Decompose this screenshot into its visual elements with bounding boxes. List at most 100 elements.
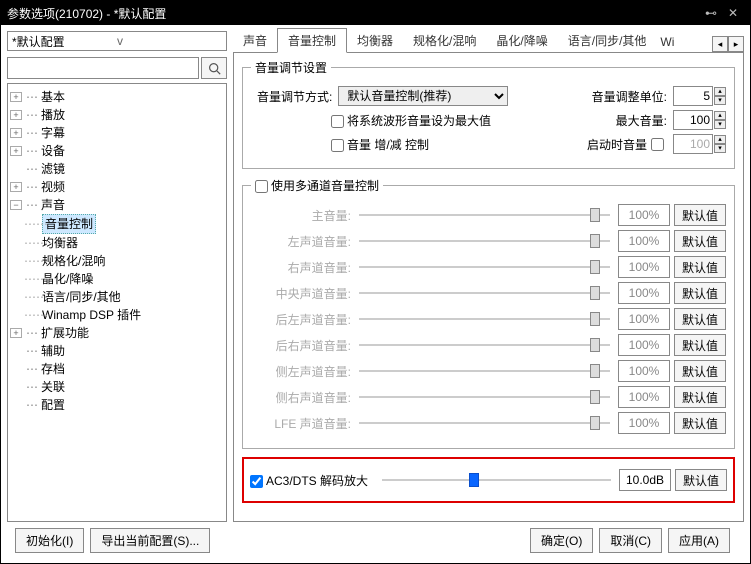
unit-up[interactable]: ▴ bbox=[714, 87, 726, 96]
multi-value-center: 100% bbox=[618, 282, 670, 304]
maxvol-up[interactable]: ▴ bbox=[714, 111, 726, 120]
multi-default-main[interactable]: 默认值 bbox=[674, 204, 726, 226]
tree-item-norm[interactable]: 规格化/混响 bbox=[24, 252, 224, 270]
tab-sound[interactable]: 声音 bbox=[233, 29, 277, 52]
startvol-up[interactable]: ▴ bbox=[714, 135, 726, 144]
profile-select[interactable]: *默认配置 v bbox=[7, 31, 227, 51]
maxvol-input[interactable] bbox=[673, 110, 713, 130]
multi-slider-left bbox=[359, 232, 610, 250]
multi-slider-main bbox=[359, 206, 610, 224]
multi-label-sl: 侧左声道音量: bbox=[251, 363, 351, 380]
multi-value-rr: 100% bbox=[618, 334, 670, 356]
startvol-checkbox[interactable] bbox=[651, 138, 664, 151]
export-button[interactable]: 导出当前配置(S)... bbox=[90, 528, 210, 553]
ac3-default-button[interactable]: 默认值 bbox=[675, 469, 727, 491]
tab-lang[interactable]: 语言/同步/其他 bbox=[558, 29, 657, 52]
startvol-down[interactable]: ▾ bbox=[714, 144, 726, 153]
multi-value-rl: 100% bbox=[618, 308, 670, 330]
tab-winamp[interactable]: Wi bbox=[656, 32, 676, 52]
multi-label-sr: 侧右声道音量: bbox=[251, 389, 351, 406]
multi-slider-sl bbox=[359, 362, 610, 380]
tree-item-lang[interactable]: 语言/同步/其他 bbox=[24, 288, 224, 306]
tab-bar: 声音 音量控制 均衡器 规格化/混响 晶化/降噪 语言/同步/其他 Wi ◂ ▸ bbox=[233, 31, 744, 53]
multi-slider-right bbox=[359, 258, 610, 276]
tree-item-filter[interactable]: ⋯滤镜 bbox=[10, 160, 224, 178]
maxvol-down[interactable]: ▾ bbox=[714, 120, 726, 129]
chevron-down-icon: v bbox=[117, 34, 222, 48]
volume-adjust-group: 音量调节设置 音量调节方式: 默认音量控制(推荐) 音量调整单位: ▴▾ 将系统… bbox=[242, 59, 735, 169]
titlebar: 参数选项(210702) - *默认配置 ⊷ ✕ bbox=[1, 1, 750, 25]
tree-item-crystal[interactable]: 晶化/降噪 bbox=[24, 270, 224, 288]
multi-default-lfe[interactable]: 默认值 bbox=[674, 412, 726, 434]
multi-default-center[interactable]: 默认值 bbox=[674, 282, 726, 304]
tree-item-winamp[interactable]: Winamp DSP 插件 bbox=[24, 306, 224, 324]
footer: 初始化(I) 导出当前配置(S)... 确定(O) 取消(C) 应用(A) bbox=[7, 522, 744, 561]
tab-crystal[interactable]: 晶化/降噪 bbox=[486, 29, 557, 52]
multi-value-main: 100% bbox=[618, 204, 670, 226]
multi-label-right: 右声道音量: bbox=[251, 259, 351, 276]
tree-item-video[interactable]: +⋯视频 bbox=[10, 178, 224, 196]
ok-button[interactable]: 确定(O) bbox=[530, 528, 593, 553]
multi-label-main: 主音量: bbox=[251, 207, 351, 224]
multi-value-left: 100% bbox=[618, 230, 670, 252]
multi-label-left: 左声道音量: bbox=[251, 233, 351, 250]
tree-item-assist[interactable]: ⋯辅助 bbox=[10, 342, 224, 360]
tab-scroll-left[interactable]: ◂ bbox=[712, 36, 728, 52]
window-title: 参数选项(210702) - *默认配置 bbox=[7, 5, 700, 22]
tree-item-play[interactable]: +⋯播放 bbox=[10, 106, 224, 124]
tab-scroll-right[interactable]: ▸ bbox=[728, 36, 744, 52]
tab-norm[interactable]: 规格化/混响 bbox=[403, 29, 486, 52]
multichannel-group: 使用多通道音量控制 主音量:100%默认值左声道音量:100%默认值右声道音量:… bbox=[242, 177, 735, 449]
multi-slider-center bbox=[359, 284, 610, 302]
ac3-slider[interactable] bbox=[382, 471, 611, 489]
tree-item-basic[interactable]: +⋯基本 bbox=[10, 88, 224, 106]
tree-item-subtitle[interactable]: +⋯字幕 bbox=[10, 124, 224, 142]
tree-item-archive[interactable]: ⋯存档 bbox=[10, 360, 224, 378]
multi-slider-sr bbox=[359, 388, 610, 406]
multi-default-sr[interactable]: 默认值 bbox=[674, 386, 726, 408]
ac3-checkbox[interactable]: AC3/DTS 解码放大 bbox=[250, 472, 368, 489]
tree-item-assoc[interactable]: ⋯关联 bbox=[10, 378, 224, 396]
tree-item-volume[interactable]: 音量控制 bbox=[24, 214, 224, 234]
multi-default-rl[interactable]: 默认值 bbox=[674, 308, 726, 330]
multi-label-center: 中央声道音量: bbox=[251, 285, 351, 302]
category-tree[interactable]: +⋯基本 +⋯播放 +⋯字幕 +⋯设备 ⋯滤镜 +⋯视频 −⋯声音 音量控制 均… bbox=[7, 83, 227, 522]
multi-value-right: 100% bbox=[618, 256, 670, 278]
tree-item-config[interactable]: ⋯配置 bbox=[10, 396, 224, 414]
multi-default-right[interactable]: 默认值 bbox=[674, 256, 726, 278]
profile-value: *默认配置 bbox=[12, 33, 117, 50]
multi-label-rl: 后左声道音量: bbox=[251, 311, 351, 328]
maxvol-label: 最大音量: bbox=[616, 112, 667, 129]
unit-input[interactable] bbox=[673, 86, 713, 106]
apply-button[interactable]: 应用(A) bbox=[668, 528, 730, 553]
incdec-checkbox[interactable]: 音量 增/减 控制 bbox=[331, 136, 429, 153]
multi-default-sl[interactable]: 默认值 bbox=[674, 360, 726, 382]
startvol-input[interactable] bbox=[673, 134, 713, 154]
multi-label-lfe: LFE 声道音量: bbox=[251, 415, 351, 432]
tree-item-audio[interactable]: −⋯声音 bbox=[10, 196, 224, 214]
method-label: 音量调节方式: bbox=[257, 88, 332, 105]
multi-slider-rl bbox=[359, 310, 610, 328]
search-input[interactable] bbox=[7, 57, 199, 79]
unit-down[interactable]: ▾ bbox=[714, 96, 726, 105]
cancel-button[interactable]: 取消(C) bbox=[599, 528, 662, 553]
wave-max-checkbox[interactable]: 将系统波形音量设为最大值 bbox=[331, 112, 491, 129]
method-select[interactable]: 默认音量控制(推荐) bbox=[338, 86, 508, 106]
multi-default-rr[interactable]: 默认值 bbox=[674, 334, 726, 356]
volume-adjust-legend: 音量调节设置 bbox=[251, 59, 331, 76]
multichannel-legend[interactable]: 使用多通道音量控制 bbox=[251, 177, 383, 194]
pin-icon[interactable]: ⊷ bbox=[700, 6, 722, 20]
multi-slider-rr bbox=[359, 336, 610, 354]
multi-default-left[interactable]: 默认值 bbox=[674, 230, 726, 252]
search-button[interactable] bbox=[201, 57, 227, 79]
tab-volume[interactable]: 音量控制 bbox=[277, 28, 347, 53]
multi-value-sr: 100% bbox=[618, 386, 670, 408]
tree-item-eq[interactable]: 均衡器 bbox=[24, 234, 224, 252]
search-icon bbox=[208, 62, 221, 75]
tree-item-device[interactable]: +⋯设备 bbox=[10, 142, 224, 160]
close-icon[interactable]: ✕ bbox=[722, 6, 744, 20]
tab-eq[interactable]: 均衡器 bbox=[347, 29, 403, 52]
init-button[interactable]: 初始化(I) bbox=[15, 528, 84, 553]
tree-item-ext[interactable]: +⋯扩展功能 bbox=[10, 324, 224, 342]
ac3-value: 10.0dB bbox=[619, 469, 671, 491]
